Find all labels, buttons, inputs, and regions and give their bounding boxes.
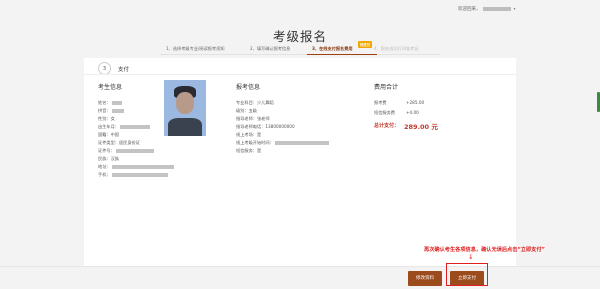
online-row: 线上考场：是 <box>236 132 262 137</box>
level-row: 级别：五级 <box>236 108 257 113</box>
gender-row: 性别：女 <box>98 116 115 121</box>
divider <box>84 74 516 75</box>
exam-info-title: 报考信息 <box>236 84 261 91</box>
annotation-hint: 再次确认考生各项信息，确认无误后点击“立即支付” <box>424 247 545 253</box>
step-track <box>160 54 440 55</box>
step-4: 4、报名成功打印准考证 <box>374 46 419 51</box>
step-3: 3、在线支付报名费用 待支付 <box>312 41 373 52</box>
modify-info-button[interactable]: 修改资料 <box>408 271 442 286</box>
exam-fee-label: 报考费 <box>374 100 387 105</box>
fee-total-title: 费用合计 <box>374 84 399 91</box>
major-row: 专业科目：少儿舞蹈 <box>236 100 274 105</box>
step-2: 2、填写确认报考信息 <box>250 46 291 51</box>
bottom-action-bar: 修改资料 立即支付 <box>0 266 600 289</box>
sms-fee-label: 短信服务费 <box>374 110 395 115</box>
ethnic-row: 民族：汉族 <box>98 156 119 161</box>
step-1: 1、选择考级专业/阅读报考须知 <box>166 46 225 51</box>
birth-row: 出生年月： <box>98 124 150 130</box>
arrow-down-icon: ↓ <box>468 253 474 261</box>
address-row: 地址： <box>98 164 174 170</box>
total-label: 总计支付： <box>374 123 400 129</box>
exam-fee-value: +285.00 <box>406 100 425 105</box>
candidate-photo <box>164 80 206 136</box>
id-number-row: 证件号： <box>98 148 154 154</box>
name-row: 姓名： <box>98 100 122 106</box>
main-card: 3 支付 考生信息 姓名： 拼音： 性别：女 出生年月： 国籍：中国 证件类型：… <box>84 58 516 268</box>
teacher-row: 指导老师：张老师 <box>236 116 270 121</box>
top-bar: 欢迎回来， ▾ <box>0 0 600 20</box>
phone-row: 手机： <box>98 172 168 178</box>
exam-time-row: 线上考级开始时间： <box>236 140 329 146</box>
payment-label: 支付 <box>118 67 130 73</box>
user-welcome[interactable]: 欢迎回来， ▾ <box>458 6 516 12</box>
teacher-phone-row: 指导老师电话：13800000000 <box>236 124 295 129</box>
sms-fee-value: +4.00 <box>406 110 419 115</box>
welcome-text: 欢迎回来， <box>458 7 481 12</box>
page-title: 考级报名 <box>272 29 327 44</box>
sms-service-row: 短信服务：是 <box>236 148 262 153</box>
id-type-row: 证件类型：居民身份证 <box>98 140 140 145</box>
candidate-info-title: 考生信息 <box>98 84 123 91</box>
pinyin-row: 拼音： <box>98 108 124 114</box>
step-progress: 1、选择考级专业/阅读报考须知 2、填写确认报考信息 3、在线支付报名费用 待支… <box>160 41 440 58</box>
active-step-underline <box>307 54 377 55</box>
total-value: 289.00 元 <box>404 123 438 131</box>
nation-row: 国籍：中国 <box>98 132 119 137</box>
step-3-label: 3、在线支付报名费用 <box>312 46 353 51</box>
highlight-box <box>446 263 488 286</box>
step-status-badge: 待支付 <box>358 41 373 48</box>
chevron-down-icon[interactable]: ▾ <box>514 6 516 11</box>
username-redacted <box>482 6 511 11</box>
